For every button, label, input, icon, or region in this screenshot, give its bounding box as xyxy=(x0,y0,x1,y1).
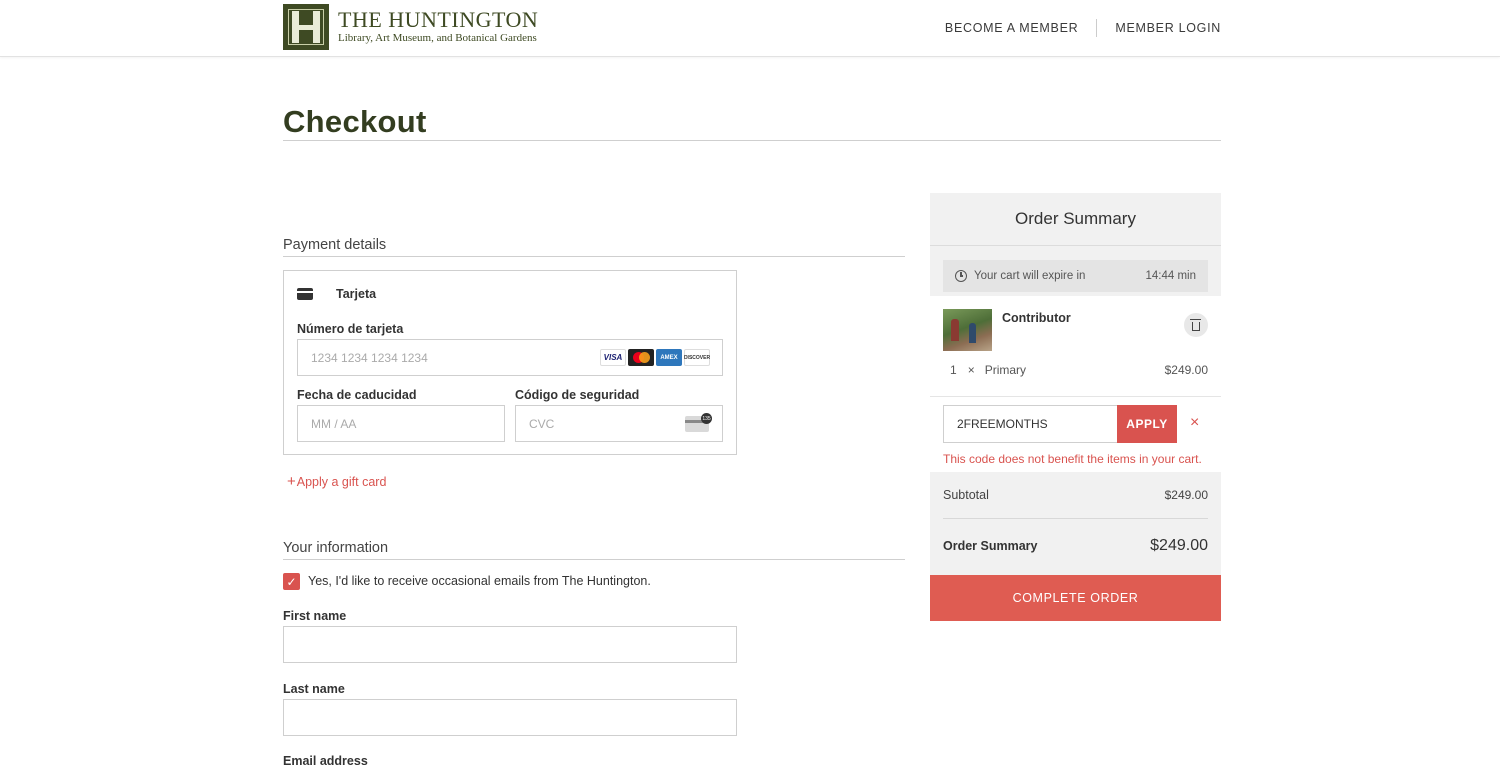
total-row: Order Summary $249.00 xyxy=(943,537,1208,555)
payment-method-label: Tarjeta xyxy=(336,287,377,301)
credit-card-icon xyxy=(297,288,313,300)
card-number-input[interactable]: 1234 1234 1234 1234 VISA AMEX DISCOVER xyxy=(297,339,723,376)
last-name-input[interactable] xyxy=(283,699,737,736)
item-times-symbol: × xyxy=(967,363,975,377)
payment-section-title: Payment details xyxy=(283,237,905,257)
huntington-logo[interactable]: THE HUNTINGTON Library, Art Museum, and … xyxy=(283,4,538,50)
expiry-input[interactable]: MM / AA xyxy=(297,405,505,442)
first-name-input[interactable] xyxy=(283,626,737,663)
info-section-title: Your information xyxy=(283,540,905,560)
title-divider xyxy=(283,140,1221,141)
cart-expiry-time: 14:44 min xyxy=(1145,270,1196,282)
cart-expiry-banner: Your cart will expire in 14:44 min xyxy=(943,260,1208,292)
site-header: THE HUNTINGTON Library, Art Museum, and … xyxy=(0,0,1500,57)
email-optin-checkbox[interactable]: ✓ xyxy=(283,573,300,590)
email-optin-label: Yes, I'd like to receive occasional emai… xyxy=(308,574,651,588)
checkmark-icon: ✓ xyxy=(286,574,297,589)
plus-icon: + xyxy=(287,473,296,490)
order-summary-title: Order Summary xyxy=(930,193,1221,246)
summary-divider xyxy=(943,518,1208,519)
visa-icon: VISA xyxy=(600,349,626,366)
discover-icon: DISCOVER xyxy=(684,349,710,366)
apply-gift-card-link[interactable]: + Apply a gift card xyxy=(287,473,387,490)
total-value: $249.00 xyxy=(1150,537,1208,554)
cvc-input[interactable]: CVC 135 xyxy=(515,405,723,442)
cart-expiry-label: Your cart will expire in xyxy=(974,270,1086,282)
item-thumbnail xyxy=(943,309,992,351)
logo-title: THE HUNTINGTON xyxy=(338,7,539,32)
item-line: 1 × Primary $249.00 xyxy=(943,363,1208,377)
order-summary-panel: Order Summary Your cart will expire in 1… xyxy=(930,193,1221,621)
subtotal-row: Subtotal $249.00 xyxy=(943,488,1208,502)
item-quantity: 1 xyxy=(950,363,957,377)
total-label: Order Summary xyxy=(943,539,1038,553)
expiry-placeholder: MM / AA xyxy=(311,416,357,431)
payment-card-form: Tarjeta Número de tarjeta 1234 1234 1234… xyxy=(283,270,737,455)
item-type: Primary xyxy=(984,363,1027,377)
payment-method-tab[interactable]: Tarjeta xyxy=(297,287,376,301)
page-title: Checkout xyxy=(283,104,427,139)
remove-item-button[interactable] xyxy=(1184,313,1208,337)
expiry-label: Fecha de caducidad xyxy=(297,388,417,402)
subtotal-label: Subtotal xyxy=(943,488,989,502)
card-number-label: Número de tarjeta xyxy=(297,322,404,336)
mastercard-icon xyxy=(628,349,654,366)
member-login-link[interactable]: MEMBER LOGIN xyxy=(1115,21,1221,35)
promo-error-message: This code does not benefit the items in … xyxy=(943,452,1202,466)
trash-icon xyxy=(1190,318,1201,331)
amex-icon: AMEX xyxy=(656,349,682,366)
become-member-link[interactable]: BECOME A MEMBER xyxy=(945,21,1078,35)
subtotal-value: $249.00 xyxy=(1164,488,1208,502)
logo-emblem-icon xyxy=(283,4,329,50)
card-number-placeholder: 1234 1234 1234 1234 xyxy=(311,350,428,365)
logo-subtitle: Library, Art Museum, and Botanical Garde… xyxy=(338,32,537,44)
cvc-placeholder: CVC xyxy=(529,416,555,431)
gift-card-label: Apply a gift card xyxy=(296,475,387,489)
clear-promo-icon[interactable]: × xyxy=(1190,415,1199,431)
promo-code-area: 2FREEMONTHS APPLY × This code does not b… xyxy=(930,396,1221,472)
promo-code-input[interactable]: 2FREEMONTHS xyxy=(943,405,1118,443)
apply-promo-button[interactable]: APPLY xyxy=(1117,405,1177,443)
item-price: $249.00 xyxy=(1164,363,1208,377)
cvc-card-icon: 135 xyxy=(685,413,712,432)
cart-item: Contributor 1 × Primary $249.00 xyxy=(930,296,1221,396)
nav-divider xyxy=(1096,19,1098,37)
last-name-label: Last name xyxy=(283,682,345,696)
cvc-label: Código de seguridad xyxy=(515,388,640,402)
header-nav: BECOME A MEMBER MEMBER LOGIN xyxy=(945,19,1221,37)
clock-icon xyxy=(955,270,967,282)
item-name: Contributor xyxy=(1002,311,1071,325)
logo-text: THE HUNTINGTON Library, Art Museum, and … xyxy=(338,9,538,45)
first-name-label: First name xyxy=(283,609,347,623)
complete-order-button[interactable]: COMPLETE ORDER xyxy=(930,575,1221,621)
email-label: Email address xyxy=(283,754,368,768)
card-brands: VISA AMEX DISCOVER xyxy=(600,349,710,366)
